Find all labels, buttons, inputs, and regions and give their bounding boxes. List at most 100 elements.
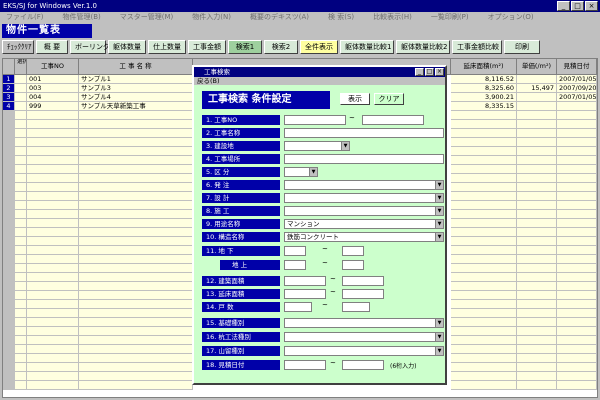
cell-area[interactable] (451, 327, 517, 336)
construction-cost-button[interactable]: 工事金額 (188, 40, 226, 54)
menu-overview[interactable]: 概要のデキスツ(A) (250, 12, 309, 23)
cell-area[interactable] (451, 354, 517, 363)
building-area-to-input[interactable] (342, 276, 384, 286)
cell-unit[interactable] (517, 165, 557, 174)
row-checkbox[interactable] (15, 282, 27, 291)
cell-name[interactable] (79, 228, 193, 237)
cell-area[interactable]: 8,335.15 (451, 102, 517, 111)
menu-compare[interactable]: 比較表示(H) (373, 12, 412, 23)
menu-search[interactable]: 検 索(S) (328, 12, 354, 23)
units-from-input[interactable] (284, 302, 312, 312)
row-number[interactable] (3, 192, 15, 201)
cell-date[interactable]: 2007/09/20 (557, 84, 597, 93)
structure-select[interactable]: 鉄筋コンクリート ▼ (284, 232, 444, 242)
row-checkbox[interactable] (15, 273, 27, 282)
construction-no-from-input[interactable] (284, 115, 346, 125)
cell-date[interactable] (557, 300, 597, 309)
row-checkbox[interactable] (15, 228, 27, 237)
minimize-button[interactable]: _ (557, 1, 570, 11)
cell-area[interactable] (451, 381, 517, 390)
cell-no[interactable] (27, 111, 79, 120)
cell-date[interactable]: 2007/01/05 (557, 93, 597, 102)
cell-name[interactable] (79, 120, 193, 129)
menu-master[interactable]: マスター管理(M) (120, 12, 174, 23)
cell-name[interactable] (79, 165, 193, 174)
row-checkbox[interactable] (15, 219, 27, 228)
cell-name[interactable]: サンプル4 (79, 93, 193, 102)
cell-area[interactable] (451, 156, 517, 165)
row-number[interactable] (3, 327, 15, 336)
row-number[interactable] (3, 147, 15, 156)
cell-no[interactable] (27, 336, 79, 345)
cell-name[interactable] (79, 201, 193, 210)
cell-date[interactable] (557, 318, 597, 327)
menu-input[interactable]: 物件入力(N) (192, 12, 231, 23)
cell-unit[interactable] (517, 174, 557, 183)
cell-area[interactable] (451, 111, 517, 120)
cell-date[interactable] (557, 228, 597, 237)
cell-no[interactable] (27, 237, 79, 246)
cell-area[interactable] (451, 273, 517, 282)
cell-area[interactable] (451, 138, 517, 147)
cell-date[interactable] (557, 273, 597, 282)
row-number[interactable] (3, 138, 15, 147)
cell-date[interactable]: 2007/01/05 (557, 75, 597, 84)
cell-name[interactable] (79, 291, 193, 300)
search1-button[interactable]: 検索1 (228, 40, 262, 54)
cell-date[interactable] (557, 372, 597, 381)
cell-date[interactable] (557, 165, 597, 174)
row-checkbox[interactable] (15, 84, 27, 93)
row-checkbox[interactable] (15, 102, 27, 111)
cell-unit[interactable] (517, 327, 557, 336)
above-ground-from-input[interactable] (284, 260, 306, 270)
row-checkbox[interactable] (15, 363, 27, 372)
cell-name[interactable] (79, 300, 193, 309)
cell-date[interactable] (557, 237, 597, 246)
chevron-down-icon[interactable]: ▼ (341, 142, 349, 150)
row-number[interactable] (3, 210, 15, 219)
cell-unit[interactable] (517, 318, 557, 327)
cell-unit[interactable] (517, 156, 557, 165)
cell-unit[interactable] (517, 75, 557, 84)
row-checkbox[interactable] (15, 291, 27, 300)
dialog-menu-back[interactable]: 戻る(B) (194, 77, 445, 85)
chevron-down-icon[interactable]: ▼ (309, 168, 317, 176)
row-number[interactable]: 4 (3, 102, 15, 111)
row-checkbox[interactable] (15, 264, 27, 273)
cell-unit[interactable] (517, 255, 557, 264)
maximize-button[interactable]: □ (571, 1, 584, 11)
cell-unit[interactable] (517, 138, 557, 147)
menu-print[interactable]: 一覧印刷(P) (431, 12, 469, 23)
underground-from-input[interactable] (284, 246, 306, 256)
row-checkbox[interactable] (15, 174, 27, 183)
search2-button[interactable]: 検索2 (264, 40, 298, 54)
cell-no[interactable] (27, 147, 79, 156)
cell-date[interactable] (557, 282, 597, 291)
cell-name[interactable] (79, 219, 193, 228)
row-checkbox[interactable] (15, 120, 27, 129)
row-checkbox[interactable] (15, 354, 27, 363)
cell-no[interactable] (27, 345, 79, 354)
row-number[interactable] (3, 309, 15, 318)
row-number[interactable] (3, 246, 15, 255)
cell-no[interactable] (27, 291, 79, 300)
cell-area[interactable] (451, 228, 517, 237)
cell-unit[interactable] (517, 210, 557, 219)
row-number[interactable] (3, 201, 15, 210)
col-header-select[interactable]: 選択 (15, 59, 27, 75)
row-checkbox[interactable] (15, 210, 27, 219)
estimate-date-to-input[interactable] (342, 360, 384, 370)
cell-unit[interactable] (517, 300, 557, 309)
row-number[interactable] (3, 129, 15, 138)
cell-date[interactable] (557, 345, 597, 354)
cell-area[interactable] (451, 183, 517, 192)
dialog-close-button[interactable]: × (435, 68, 444, 76)
cell-unit[interactable] (517, 381, 557, 390)
cell-name[interactable] (79, 336, 193, 345)
dialog-maximize-button[interactable]: □ (425, 68, 434, 76)
row-checkbox[interactable] (15, 138, 27, 147)
cell-no[interactable] (27, 165, 79, 174)
cell-unit[interactable] (517, 120, 557, 129)
cell-unit[interactable] (517, 264, 557, 273)
cell-no[interactable] (27, 264, 79, 273)
